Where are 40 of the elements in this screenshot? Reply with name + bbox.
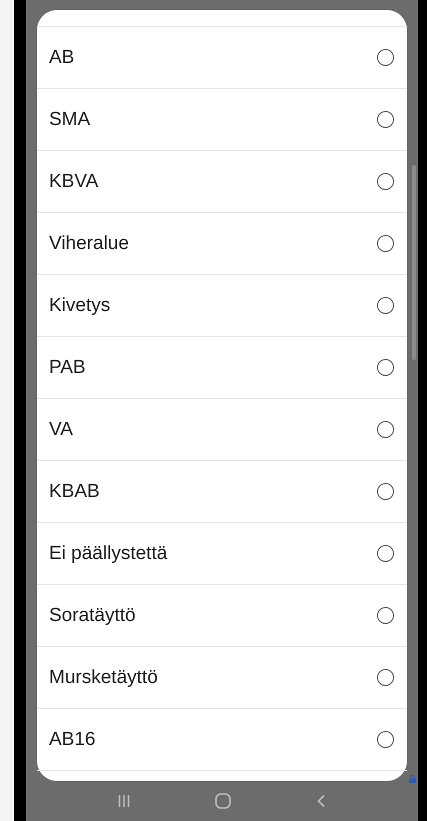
radio-button[interactable] bbox=[377, 483, 394, 500]
option-item[interactable]: KBAB bbox=[37, 461, 407, 523]
lock-icon bbox=[408, 775, 417, 783]
option-label: Viheralue bbox=[49, 232, 129, 254]
back-icon[interactable] bbox=[316, 794, 326, 808]
option-item[interactable]: SMA bbox=[37, 89, 407, 151]
option-label: Mursketäyttö bbox=[49, 666, 158, 688]
radio-button[interactable] bbox=[377, 297, 394, 314]
option-item[interactable]: PAB bbox=[37, 337, 407, 399]
option-label: VA bbox=[49, 418, 73, 440]
option-label: PAB bbox=[49, 356, 86, 378]
radio-button[interactable] bbox=[377, 545, 394, 562]
radio-button[interactable] bbox=[377, 235, 394, 252]
radio-button[interactable] bbox=[377, 49, 394, 66]
option-item[interactable]: KBVA bbox=[37, 151, 407, 213]
option-label: Ei päällystettä bbox=[49, 542, 168, 564]
option-label: KBVA bbox=[49, 170, 98, 192]
option-label: AB16 bbox=[49, 728, 96, 750]
radio-button[interactable] bbox=[377, 173, 394, 190]
option-item[interactable]: Viheralue bbox=[37, 213, 407, 275]
option-item[interactable]: Ei päällystettä bbox=[37, 523, 407, 585]
radio-button[interactable] bbox=[377, 421, 394, 438]
option-label: KBAB bbox=[49, 480, 100, 502]
home-icon[interactable] bbox=[214, 793, 231, 809]
option-item[interactable]: VA bbox=[37, 399, 407, 461]
option-label: AB bbox=[49, 46, 74, 68]
option-label: Soratäyttö bbox=[49, 604, 136, 626]
radio-button[interactable] bbox=[377, 669, 394, 686]
option-item[interactable]: Mursketäyttö bbox=[37, 647, 407, 709]
radio-button[interactable] bbox=[377, 359, 394, 376]
option-item[interactable]: AB16 bbox=[37, 709, 407, 771]
option-item[interactable]: Soratäyttö bbox=[37, 585, 407, 647]
option-item[interactable]: Kivetys bbox=[37, 275, 407, 337]
radio-button[interactable] bbox=[377, 111, 394, 128]
option-item[interactable]: AB bbox=[37, 27, 407, 89]
option-label: Kivetys bbox=[49, 294, 110, 316]
recent-apps-icon[interactable] bbox=[118, 794, 130, 808]
radio-button[interactable] bbox=[377, 607, 394, 624]
radio-button[interactable] bbox=[377, 731, 394, 748]
option-label: SMA bbox=[49, 108, 90, 130]
